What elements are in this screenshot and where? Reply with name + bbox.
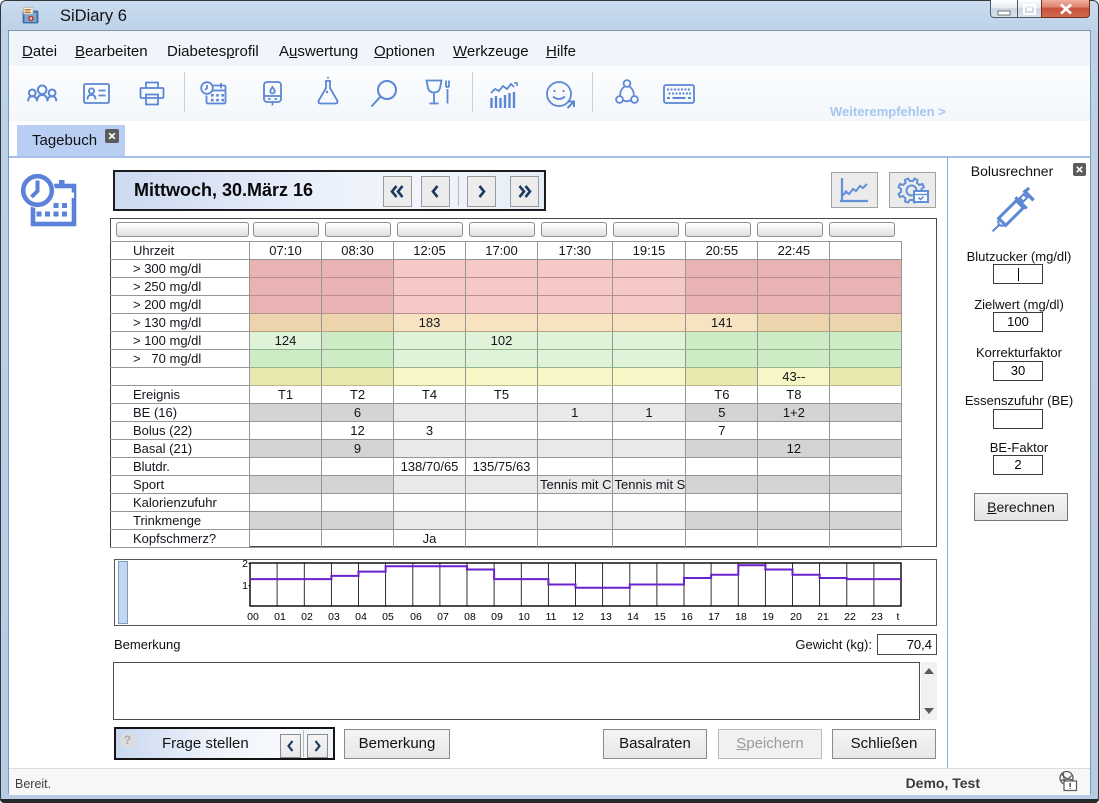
svg-text:11: 11 [546,611,557,623]
svg-text:03: 03 [328,611,340,623]
svg-text:02: 02 [301,611,313,623]
svg-text:t: t [897,611,900,623]
svg-text:08: 08 [464,611,476,623]
svg-text:22: 22 [844,611,856,623]
svg-text:12: 12 [572,611,584,623]
svg-text:20: 20 [790,611,802,623]
svg-text:06: 06 [410,611,422,623]
svg-text:04: 04 [355,611,367,623]
svg-text:23: 23 [871,611,883,623]
svg-text:10: 10 [518,611,530,623]
svg-text:09: 09 [491,611,503,623]
svg-text:18: 18 [735,611,747,623]
svg-text:2: 2 [242,560,248,570]
svg-text:00: 00 [247,611,259,623]
svg-text:16: 16 [681,611,693,623]
svg-text:13: 13 [600,611,612,623]
svg-text:14: 14 [627,611,639,623]
svg-text:01: 01 [274,611,286,623]
svg-text:21: 21 [817,611,829,623]
svg-text:05: 05 [382,611,394,623]
svg-text:1: 1 [242,580,248,592]
svg-text:17: 17 [708,611,720,623]
svg-text:15: 15 [654,611,666,623]
svg-text:19: 19 [762,611,774,623]
svg-text:07: 07 [437,611,449,623]
